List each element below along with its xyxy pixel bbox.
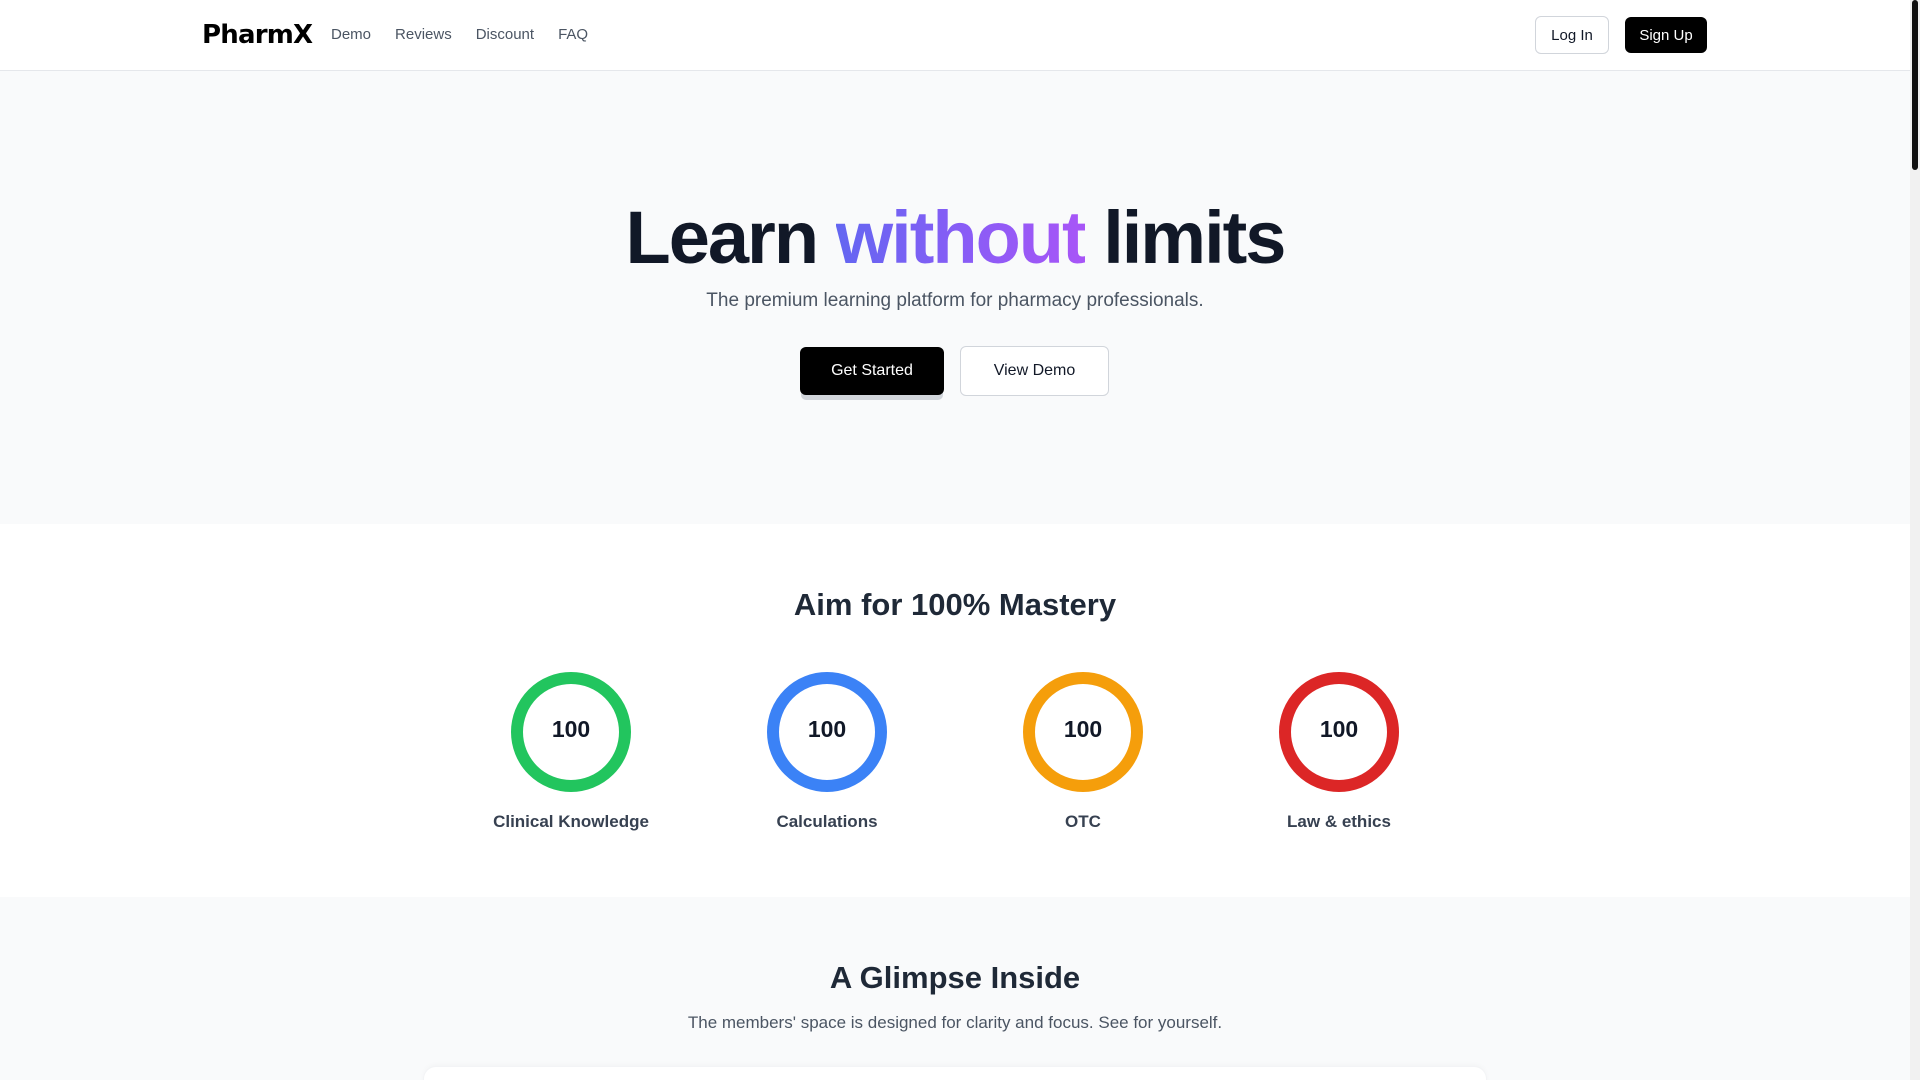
view-demo-button[interactable]: View Demo: [960, 346, 1109, 396]
hero-subtitle: The premium learning platform for pharma…: [706, 290, 1204, 311]
progress-ring: 100: [1279, 672, 1399, 792]
nav-link-discount[interactable]: Discount: [476, 26, 534, 44]
mastery-section: Aim for 100% Mastery 100 Clinical Knowle…: [0, 524, 1910, 897]
ring-label: Calculations: [776, 812, 878, 831]
ring-value: 100: [807, 715, 847, 742]
progress-ring: 100: [1023, 672, 1143, 792]
hero-title-part1: Learn: [625, 196, 820, 279]
progress-ring: 100: [511, 672, 631, 792]
preview-card: [424, 1067, 1486, 1080]
nav-link-faq[interactable]: FAQ: [558, 26, 588, 44]
hero-title-accent: without: [835, 196, 1087, 279]
mastery-item-otc: 100 OTC: [983, 672, 1183, 842]
glimpse-title: A Glimpse Inside: [829, 960, 1081, 995]
mastery-item-calculations: 100 Calculations: [727, 672, 927, 842]
ring-label: Law & ethics: [1287, 812, 1391, 831]
ring-label: Clinical Knowledge: [493, 812, 649, 831]
glimpse-subtitle: The members' space is designed for clari…: [687, 1013, 1223, 1032]
hero-section: Learn without limits The premium learnin…: [0, 71, 1910, 524]
mastery-title: Aim for 100% Mastery: [793, 587, 1117, 622]
signup-button[interactable]: Sign Up: [1625, 17, 1707, 53]
ring-label: OTC: [1065, 812, 1101, 831]
site-header: PharmX Demo Reviews Discount FAQ Log In …: [0, 0, 1910, 71]
logo[interactable]: PharmX: [202, 20, 313, 50]
login-button[interactable]: Log In: [1535, 16, 1609, 54]
main-nav: Demo Reviews Discount FAQ: [331, 26, 588, 44]
nav-link-reviews[interactable]: Reviews: [395, 26, 452, 44]
glimpse-section: A Glimpse Inside The members' space is d…: [0, 897, 1910, 1080]
get-started-button[interactable]: Get Started: [800, 347, 944, 395]
hero-title: Learn without limits: [0, 193, 1910, 283]
mastery-item-law-ethics: 100 Law & ethics: [1239, 672, 1439, 842]
ring-value: 100: [551, 715, 591, 742]
ring-value: 100: [1319, 715, 1359, 742]
mastery-item-clinical: 100 Clinical Knowledge: [471, 672, 671, 842]
ring-value: 100: [1063, 715, 1103, 742]
nav-link-demo[interactable]: Demo: [331, 26, 371, 44]
hero-title-part2: limits: [1103, 196, 1286, 279]
progress-ring: 100: [767, 672, 887, 792]
scrollbar-thumb[interactable]: [1912, 0, 1918, 170]
